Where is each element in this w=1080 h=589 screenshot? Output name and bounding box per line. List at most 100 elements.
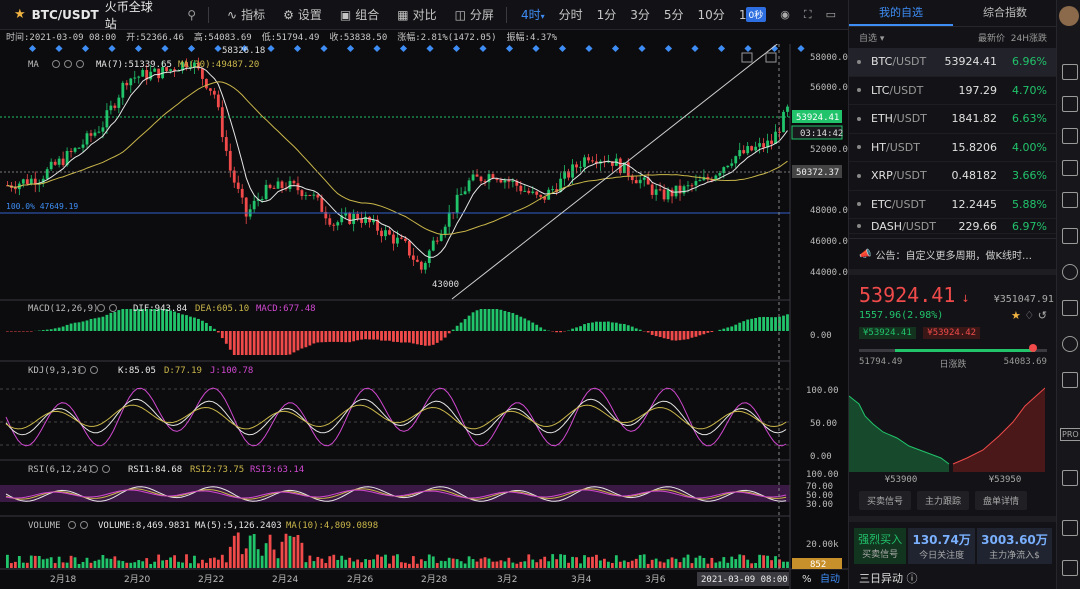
clock-icon[interactable]: [1062, 264, 1078, 280]
pair-quote: /USDT: [892, 169, 927, 183]
macd-bar: [515, 314, 519, 331]
percent-button[interactable]: %: [802, 574, 812, 585]
stat-signal-label: 买卖信号: [862, 550, 899, 560]
volume-bar: [41, 559, 45, 568]
chat-icon[interactable]: [1062, 560, 1078, 576]
section-three-day-moves[interactable]: 三日异动 ⓘ: [849, 570, 1057, 586]
stat-attention[interactable]: 130.74万 今日关注度: [908, 528, 975, 564]
macd-bar: [674, 331, 678, 341]
pair-base: LTC: [871, 83, 890, 97]
volume-bar: [758, 554, 762, 568]
volume-bar: [527, 554, 531, 568]
volume-bar: [423, 561, 427, 568]
candle-body: [778, 131, 781, 133]
order-detail-button[interactable]: 盘单详情: [975, 491, 1028, 510]
search-icon[interactable]: ⚲: [187, 8, 196, 22]
macd-bar: [483, 309, 487, 331]
tab-my-watchlist[interactable]: 我的自选: [849, 0, 953, 26]
watchlist-row-dash[interactable]: DASH/USDT 229.66 6.97%: [849, 219, 1057, 234]
camera-icon[interactable]: ◉: [780, 8, 790, 21]
volume-bar: [487, 558, 491, 568]
window-icon[interactable]: ▭: [826, 8, 836, 21]
watchlist-icon[interactable]: [1062, 64, 1078, 80]
favorite-star-icon[interactable]: ★: [14, 7, 26, 22]
share-icon[interactable]: ↺: [1038, 309, 1047, 322]
fullscreen-icon[interactable]: ⛶: [804, 8, 812, 22]
chart-icon[interactable]: [1062, 96, 1078, 112]
volume-bar: [125, 562, 129, 568]
indicator-button[interactable]: ∿ 指标: [227, 6, 265, 23]
message-icon[interactable]: [1062, 228, 1078, 244]
candle-body: [77, 147, 81, 149]
combo-button[interactable]: ▣ 组合: [340, 6, 379, 23]
volume-bar: [694, 557, 698, 568]
interval-4h[interactable]: 4时▾: [521, 6, 545, 23]
volume-ma5: MA(5):5,126.2403: [195, 521, 282, 531]
candle-body: [499, 179, 503, 183]
kline-chart[interactable]: 100.0% 47649.19 MA MA(7):51339.65 MA(30)…: [0, 44, 848, 589]
interval-timeshare[interactable]: 分时: [559, 6, 583, 23]
bell-icon[interactable]: ♢: [1024, 309, 1034, 322]
stat-signal[interactable]: 强烈买入 买卖信号: [854, 528, 907, 564]
pair-base: XRP: [871, 169, 893, 183]
pro-icon[interactable]: PRO: [1060, 428, 1080, 441]
compare-button[interactable]: ▦ 对比: [397, 6, 436, 23]
watchlist-row-ltc[interactable]: LTC/USDT 197.29 4.70%: [849, 77, 1057, 105]
volume-bar: [579, 563, 582, 568]
vol-tick-20k: 20.00k: [806, 540, 839, 550]
macd-bar: [93, 318, 97, 331]
avatar[interactable]: [1059, 6, 1079, 26]
auto-scale-button[interactable]: 自动: [820, 572, 840, 585]
settings-icon[interactable]: [1062, 520, 1078, 536]
watchlist-group-select[interactable]: 自选 ▾: [859, 31, 884, 44]
symbol-selector[interactable]: ★ BTC/USDT 火币全球站 ⚲: [0, 0, 196, 32]
candle-body: [774, 131, 777, 144]
interval-3m[interactable]: 3分: [630, 6, 650, 23]
ticker-summary: 53924.41 ↓ ¥351047.91 1557.96(2.98%) ★ ♢…: [849, 275, 1057, 370]
grid-icon[interactable]: [1062, 192, 1078, 208]
interval-1m[interactable]: 1分: [597, 6, 617, 23]
stat-inflow[interactable]: 3003.60万 主力净流入$: [977, 528, 1052, 564]
watchlist-row-btc[interactable]: BTC/USDT 53924.41 6.96%: [849, 48, 1057, 77]
interval-10m[interactable]: 10分: [698, 6, 725, 23]
watchlist-row-etc[interactable]: ETC/USDT 12.2445 5.88%: [849, 191, 1057, 219]
volume-bar: [352, 561, 356, 568]
macd-bar: [300, 331, 304, 349]
document-icon[interactable]: [1062, 372, 1078, 388]
trade-signal-button[interactable]: 买卖信号: [859, 491, 912, 510]
candle-body: [439, 234, 443, 241]
x-label-7: 3月4: [571, 574, 592, 585]
calendar-icon[interactable]: [1062, 160, 1078, 176]
volume-bar: [698, 555, 702, 568]
candle-body: [121, 82, 125, 98]
pair-quote: /USDT: [892, 112, 927, 126]
candle-body: [141, 70, 145, 77]
watchlist-row-eth[interactable]: ETH/USDT 1841.82 6.63%: [849, 105, 1057, 134]
main-force-button[interactable]: 主力跟踪: [917, 491, 970, 510]
news-icon[interactable]: [1062, 128, 1078, 144]
pair-change: 6.63%: [1012, 112, 1047, 126]
volume-bar: [411, 556, 415, 568]
compass-icon[interactable]: [1062, 336, 1078, 352]
tool-icon[interactable]: [1062, 300, 1078, 316]
candle-body: [13, 187, 17, 190]
watchlist-row-xrp[interactable]: XRP/USDT 0.48182 3.66%: [849, 162, 1057, 191]
split-screen-button[interactable]: ◫ 分屏: [455, 6, 494, 23]
list-icon[interactable]: [1062, 470, 1078, 486]
candle-body: [216, 94, 220, 108]
announcement-bar[interactable]: 📣 公告：自定义更多周期，做K线时…: [849, 238, 1057, 275]
candle-body: [583, 157, 586, 167]
macd-bar: [97, 317, 101, 331]
macd-bar: [662, 331, 666, 339]
pair-price: 12.2445: [951, 197, 998, 211]
tab-composite-index[interactable]: 综合指数: [953, 0, 1057, 26]
favorite-star-icon[interactable]: ★: [1011, 309, 1021, 322]
candle-body: [455, 194, 459, 213]
interval-5m[interactable]: 5分: [664, 6, 684, 23]
help-icon: ⓘ: [906, 572, 918, 585]
watchlist-row-ht[interactable]: HT/USDT 15.8206 4.00%: [849, 134, 1057, 162]
settings-button[interactable]: ⚙ 设置: [283, 6, 322, 23]
volume-bar: [431, 556, 435, 568]
pair-base: DASH: [871, 219, 903, 233]
macd-bar: [125, 309, 129, 331]
